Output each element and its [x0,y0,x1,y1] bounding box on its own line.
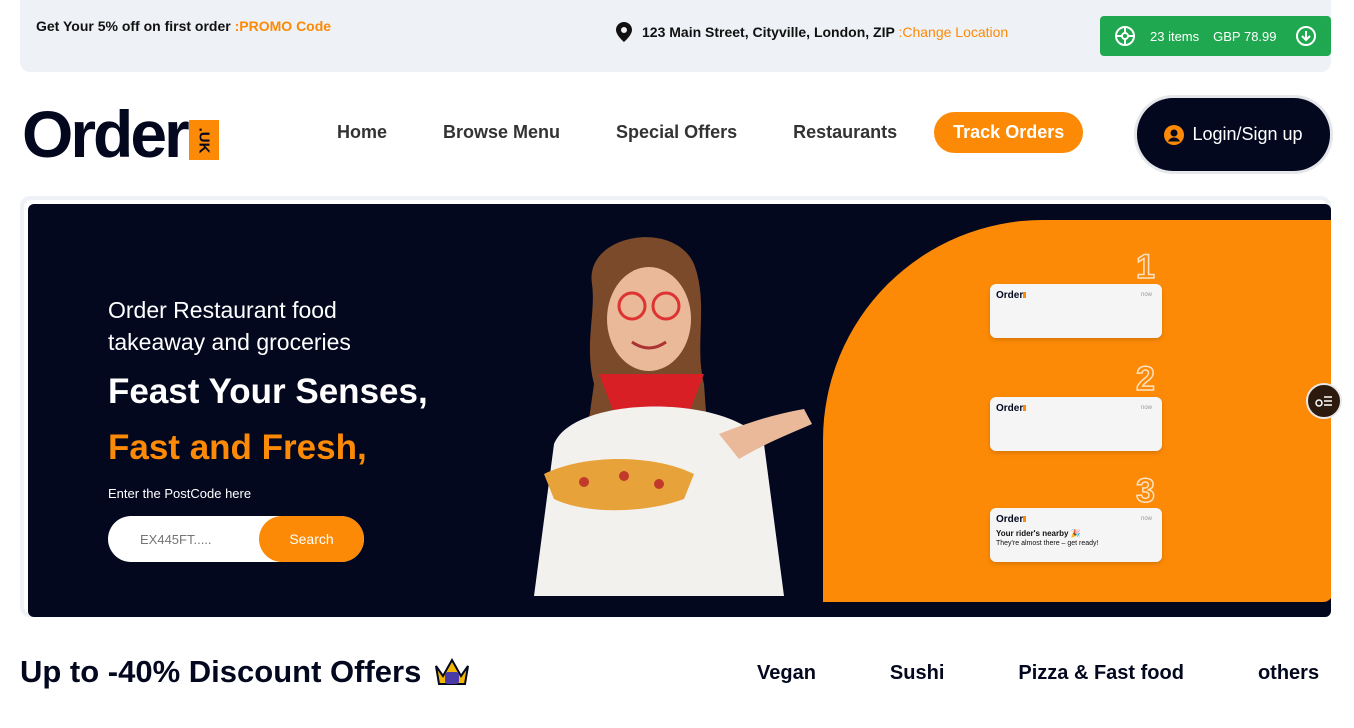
notification-brand: Order [996,403,1156,414]
nav-home[interactable]: Home [318,112,406,153]
notification-card-3: Order now Your rider's nearby 🎉 They're … [990,508,1162,562]
delivery-address: 123 Main Street, Cityville, London, ZIP … [616,22,1008,42]
basket-icon [1115,26,1135,46]
tab-others[interactable]: others [1258,662,1319,685]
notification-card-1: Order now [990,284,1162,338]
location-pin-icon [616,22,632,42]
floating-menu-button[interactable] [1306,383,1342,419]
step-number-3: 3 [1135,471,1155,511]
notification-text: They're almost there – get ready! [996,540,1099,547]
step-number-1: 1 [1135,247,1155,287]
top-bar: Get Your 5% off on first order :PROMO Co… [20,0,1331,72]
tab-vegan[interactable]: Vegan [757,662,816,685]
user-icon [1164,124,1185,145]
nav-track-orders[interactable]: Track Orders [934,112,1084,153]
nav-special-offers[interactable]: Special Offers [597,112,756,153]
logo-wordmark: Order [22,97,190,171]
nav-restaurants[interactable]: Restaurants [774,112,916,153]
menu-list-icon [1315,396,1332,407]
change-location-link[interactable]: :Change Location [898,24,1008,40]
address-text: 123 Main Street, Cityville, London, ZIP [642,24,895,40]
cart-summary-button[interactable]: 23 items GBP 78.99 [1100,16,1331,56]
woman-with-pizza-image [534,237,812,596]
hero-subtitle: Order Restaurant food takeaway and groce… [108,297,351,355]
offer-category-tabs: Vegan Sushi Pizza & Fast food others [757,662,1319,685]
crown-icon [435,657,470,685]
cart-item-count: 23 items [1150,28,1200,44]
notification-brand: Order [996,514,1156,525]
hero-panel: Order Restaurant food takeaway and groce… [28,204,1331,617]
notification-title: Your rider's nearby 🎉 [996,529,1081,538]
brand-logo[interactable]: Order .UK [22,97,219,171]
download-arrow-icon[interactable] [1295,25,1317,47]
notification-time: now [1140,292,1152,298]
postcode-label: Enter the PostCode here [108,486,252,501]
notification-card-2: Order now [990,397,1162,451]
hero-title: Feast Your Senses, [108,372,428,411]
hero-title-accent: Fast and Fresh, [108,428,367,467]
nav-browse-menu[interactable]: Browse Menu [424,112,579,153]
postcode-input[interactable] [140,531,250,547]
main-nav: Home Browse Menu Special Offers Restaura… [318,112,1084,153]
notification-time: now [1140,405,1152,411]
promo-banner: Get Your 5% off on first order :PROMO Co… [36,18,331,34]
tab-sushi[interactable]: Sushi [890,662,944,685]
discount-heading-text: Up to -40% Discount Offers [20,654,422,689]
promo-code[interactable]: :PROMO Code [235,18,331,34]
discount-offers-heading: Up to -40% Discount Offers [20,654,471,690]
login-signup-button[interactable]: Login/Sign up [1137,98,1330,171]
notification-brand: Order [996,290,1156,301]
search-button[interactable]: Search [259,516,364,562]
notification-time: now [1140,516,1152,522]
login-label: Login/Sign up [1192,124,1303,144]
tab-pizza-fast-food[interactable]: Pizza & Fast food [1018,662,1184,685]
cart-total: GBP 78.99 [1213,28,1277,44]
hero-banner: Order Restaurant food takeaway and groce… [20,196,1331,617]
promo-text: Get Your 5% off on first order [36,18,231,34]
logo-uk-badge: .UK [188,120,219,160]
postcode-search: Search [108,516,364,562]
step-number-2: 2 [1135,359,1155,399]
